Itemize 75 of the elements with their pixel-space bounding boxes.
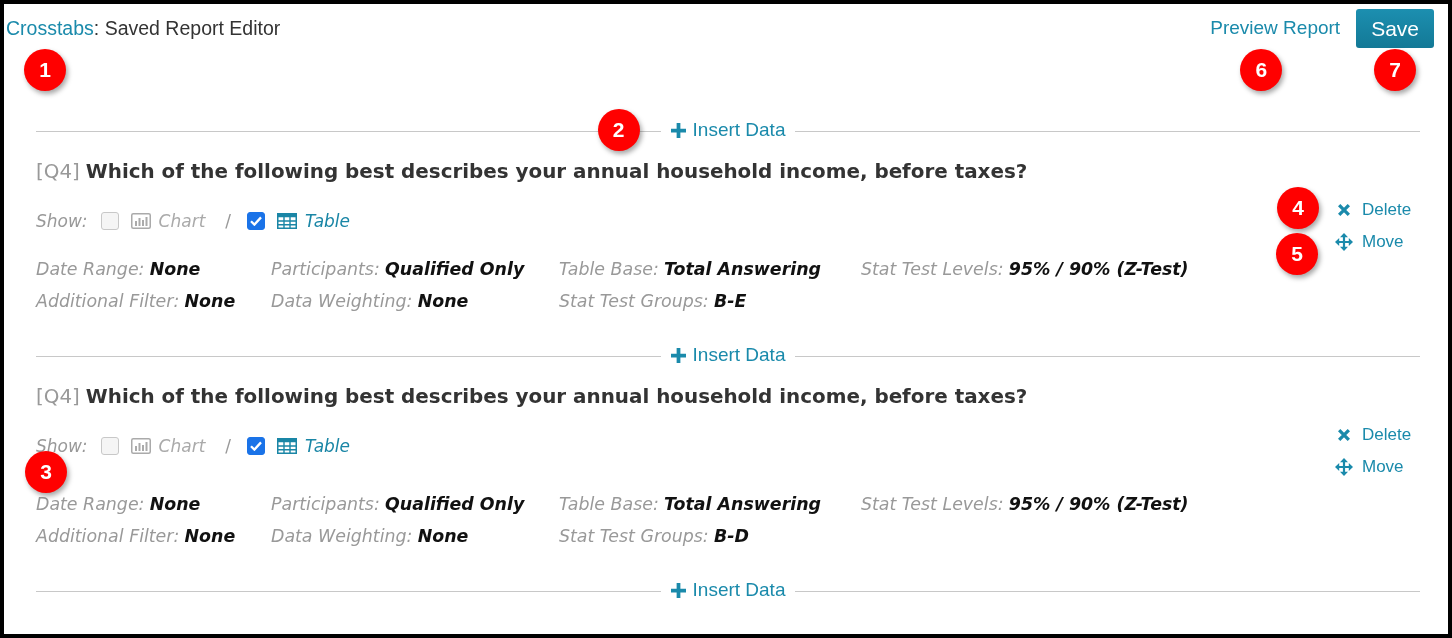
step-callout: 2	[597, 109, 640, 151]
checkmark-icon	[250, 216, 263, 226]
option-label[interactable]: Table	[305, 211, 351, 231]
step-callout: 6	[1240, 49, 1283, 91]
step-callout: 4	[1277, 187, 1319, 229]
plus-icon	[670, 122, 686, 138]
x-mark-icon	[1338, 204, 1350, 216]
four-way-arrow-icon	[1335, 458, 1353, 476]
show-label: Show:	[36, 211, 88, 231]
detail-label: Table Base:	[559, 259, 659, 279]
option-label[interactable]: Table	[305, 436, 351, 456]
detail-label: Stat Test Groups:	[559, 291, 709, 311]
step-callout: 7	[1374, 49, 1417, 91]
detail-label: Stat Test Groups:	[559, 526, 709, 546]
detail-value: None	[417, 291, 469, 311]
checkbox[interactable]	[247, 212, 266, 230]
detail-value: 95% / 90% (Z-Test)	[1008, 494, 1189, 514]
four-way-arrow-icon	[1335, 233, 1353, 251]
insert-data-button[interactable]: Insert Data	[670, 340, 786, 370]
detail-label: Participants:	[271, 494, 380, 514]
detail-label: Data Weighting:	[271, 291, 413, 311]
page-title: Saved Report Editor	[104, 16, 281, 40]
detail-label: Additional Filter:	[36, 291, 180, 311]
detail-value: Qualified Only	[385, 494, 525, 514]
option-separator: /	[225, 211, 232, 231]
step-callout: 5	[1276, 233, 1318, 275]
step-callout: 3	[25, 451, 67, 493]
detail-label: Table Base:	[559, 494, 659, 514]
table-icon	[277, 438, 298, 454]
detail-label: Additional Filter:	[36, 526, 180, 546]
delete-button[interactable]: Delete	[1335, 419, 1412, 451]
detail-label: Data Weighting:	[271, 526, 413, 546]
checkmark-icon	[250, 441, 263, 451]
detail-value: None	[149, 259, 201, 279]
detail-value: Qualified Only	[385, 259, 525, 279]
checkbox[interactable]	[100, 437, 119, 455]
detail-value: Total Answering	[664, 259, 822, 279]
option-label[interactable]: Chart	[158, 211, 206, 231]
detail-value: B-D	[713, 526, 749, 546]
question-code: [Q4]	[36, 385, 80, 408]
delete-button[interactable]: Delete	[1335, 194, 1412, 226]
detail-value: None	[417, 526, 469, 546]
crosstabs-link[interactable]: Crosstabs	[6, 16, 94, 40]
detail-label: Stat Test Levels:	[861, 259, 1004, 279]
checkbox[interactable]	[247, 437, 266, 455]
detail-label: Date Range:	[36, 494, 145, 514]
move-button[interactable]: Move	[1335, 451, 1404, 483]
option-label[interactable]: Chart	[158, 436, 206, 456]
bar-chart-icon	[130, 213, 151, 229]
breadcrumb-separator: :	[93, 16, 100, 40]
table-icon	[277, 213, 298, 229]
x-mark-icon	[1338, 429, 1350, 441]
plus-icon	[670, 347, 686, 363]
option-separator: /	[225, 436, 232, 456]
detail-value: None	[149, 494, 201, 514]
detail-label: Date Range:	[36, 259, 145, 279]
detail-label: Participants:	[271, 259, 380, 279]
step-callout: 1	[24, 49, 66, 91]
insert-data-button[interactable]: Insert Data	[670, 115, 786, 145]
detail-value: 95% / 90% (Z-Test)	[1008, 259, 1189, 279]
preview-report-link[interactable]: Preview Report	[1210, 16, 1341, 40]
bar-chart-icon	[130, 438, 151, 454]
save-button[interactable]: Save	[1356, 9, 1434, 48]
question-text: Which of the following best describes your annual household income, before taxes?	[85, 385, 1028, 408]
detail-value: B-E	[713, 291, 747, 311]
question-text: Which of the following best describes your annual household income, before taxes?	[85, 160, 1028, 183]
move-button[interactable]: Move	[1335, 226, 1404, 258]
detail-value: Total Answering	[664, 494, 822, 514]
question-code: [Q4]	[36, 160, 80, 183]
plus-icon	[670, 582, 686, 598]
detail-label: Stat Test Levels:	[861, 494, 1004, 514]
detail-value: None	[184, 291, 236, 311]
detail-value: None	[184, 526, 236, 546]
insert-data-button[interactable]: Insert Data	[670, 575, 786, 605]
checkbox[interactable]	[100, 212, 119, 230]
